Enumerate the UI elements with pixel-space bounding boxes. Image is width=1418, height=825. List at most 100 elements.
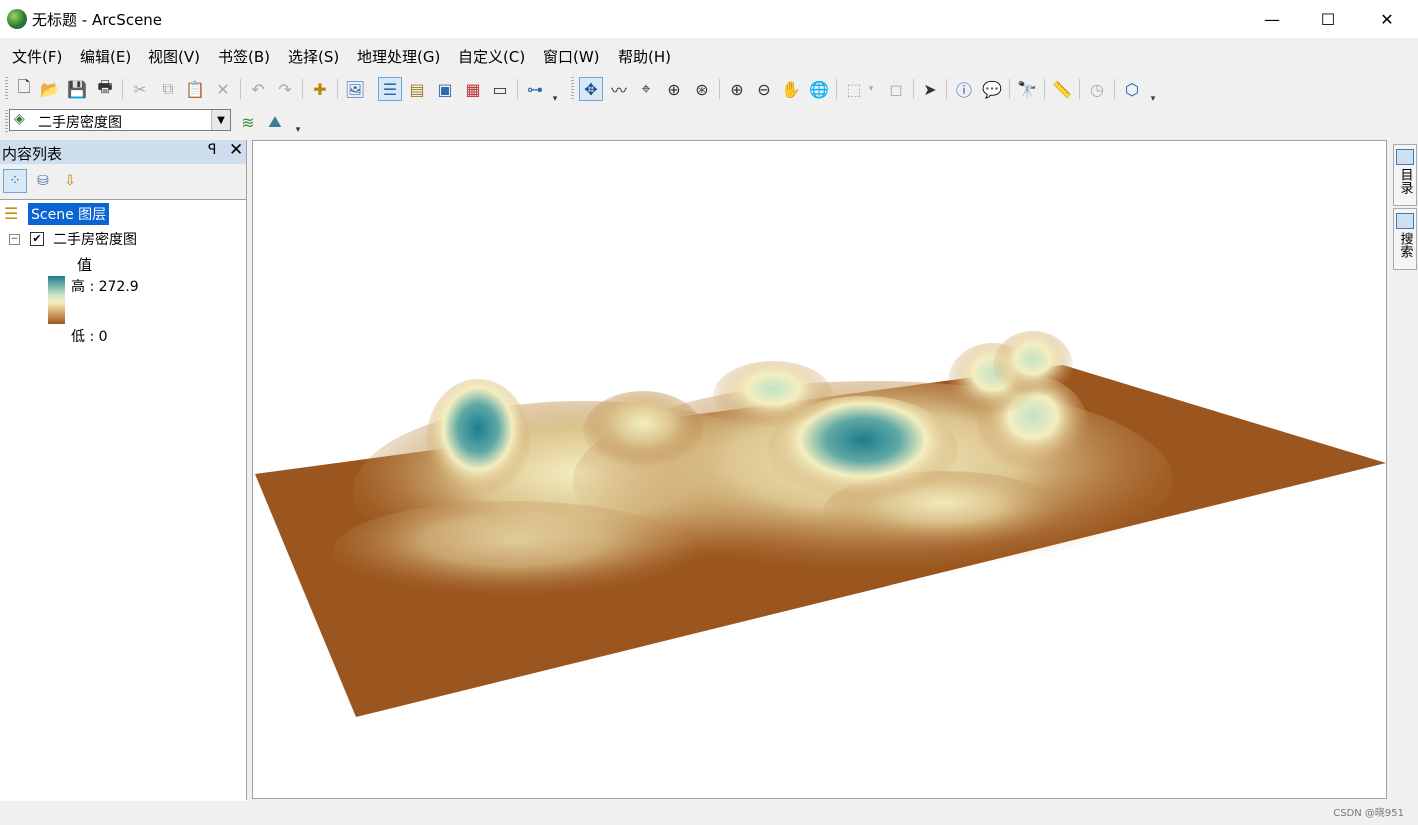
toolbar-grip[interactable] — [5, 110, 8, 134]
minimize-button[interactable]: — — [1243, 0, 1301, 38]
scene-layers-node[interactable]: Scene 图层 — [28, 203, 110, 225]
table-of-contents-icon[interactable]: ☰ — [378, 77, 402, 101]
toolbar-separator — [1009, 79, 1010, 99]
menu-help[interactable]: 帮助(H) — [618, 46, 671, 67]
delete-icon[interactable]: ✕ — [211, 77, 235, 101]
terrain-peak — [426, 379, 530, 503]
arctoolbox-icon[interactable]: ▦ — [461, 77, 485, 101]
cut-icon[interactable]: ✂ — [128, 77, 152, 101]
select-features-icon[interactable]: ⬚ — [842, 77, 866, 101]
toolbar-separator — [1044, 79, 1045, 99]
toc-close-icon[interactable]: ✕ — [229, 140, 243, 160]
menu-geoprocessing[interactable]: 地理处理(G) — [357, 46, 440, 67]
menu-customize[interactable]: 自定义(C) — [458, 46, 525, 67]
clear-selection-icon[interactable]: ◻ — [884, 77, 908, 101]
save-icon[interactable]: 💾 — [65, 77, 89, 101]
color-ramp-swatch[interactable] — [48, 276, 65, 324]
python-window-icon[interactable]: ▭ — [488, 77, 512, 101]
catalog-dock-tab[interactable]: 目录 — [1393, 144, 1417, 206]
toolbar-grip[interactable] — [5, 77, 8, 101]
list-by-visibility-icon[interactable]: ⇩ — [58, 169, 82, 193]
close-button[interactable]: ✕ — [1358, 0, 1416, 38]
paste-icon[interactable]: 📋 — [183, 77, 207, 101]
scene-properties-icon[interactable]: 🖼 — [343, 77, 367, 101]
layer-visibility-checkbox[interactable]: ✔ — [30, 232, 44, 246]
search-tab-label: 搜索 — [1397, 232, 1413, 258]
interpolate-line-icon[interactable]: ⛰ — [263, 110, 287, 134]
measure-icon[interactable]: 📏 — [1050, 77, 1074, 101]
search-dock-tab[interactable]: 搜索 — [1393, 208, 1417, 270]
window-title: 无标题 - ArcScene — [32, 11, 163, 29]
target-center-icon[interactable]: ⌖ — [634, 77, 658, 101]
zoom-to-target-icon[interactable]: ⊕ — [662, 77, 686, 101]
layer-name[interactable]: 二手房密度图 — [53, 229, 137, 249]
terrain-hill — [333, 501, 693, 601]
maximize-button[interactable]: ☐ — [1299, 0, 1357, 38]
toc-tree: ☰ Scene 图层 − ✔ 二手房密度图 值 高 : 272.9 低 : 0 — [0, 199, 246, 801]
toc-toolbar: ⁘ ⛁ ⇩ — [0, 165, 246, 197]
contour-icon[interactable]: ≋ — [236, 110, 260, 134]
new-document-icon[interactable]: 🗋 — [12, 77, 36, 101]
search-window-icon[interactable]: ▣ — [433, 77, 457, 101]
toolbar-separator — [517, 79, 518, 99]
catalog-tab-label: 目录 — [1397, 168, 1413, 194]
list-by-source-icon[interactable]: ⛁ — [31, 169, 55, 193]
toc-header: 内容列表 ꟼ ✕ — [0, 140, 246, 164]
print-icon[interactable]: 🖶 — [93, 77, 117, 101]
scene-view[interactable] — [252, 140, 1387, 799]
menu-edit[interactable]: 编辑(E) — [80, 46, 131, 67]
toolbar-grip[interactable] — [571, 77, 574, 101]
3d-effects-icon[interactable]: ⬡ — [1120, 77, 1144, 101]
toolbar-separator — [337, 79, 338, 99]
menu-bookmarks[interactable]: 书签(B) — [218, 46, 270, 67]
chevron-down-icon[interactable]: ▼ — [211, 110, 230, 130]
time-slider-icon[interactable]: ◷ — [1085, 77, 1109, 101]
catalog-window-icon[interactable]: ▤ — [405, 77, 429, 101]
watermark: CSDN @晓951 — [1333, 808, 1404, 819]
list-by-drawing-order-icon[interactable]: ⁘ — [3, 169, 27, 193]
menu-view[interactable]: 视图(V) — [148, 46, 200, 67]
search-icon — [1396, 213, 1414, 229]
terrain-peak — [993, 331, 1073, 401]
layer-dropdown[interactable]: ◈ 二手房密度图 ▼ — [9, 109, 231, 131]
menu-windows[interactable]: 窗口(W) — [543, 46, 600, 67]
undo-icon[interactable]: ↶ — [246, 77, 270, 101]
legend-high-label: 高 : 272.9 — [71, 279, 139, 295]
legend-field-label: 值 — [77, 256, 93, 274]
toolbar-separator — [302, 79, 303, 99]
title-bar: 无标题 - ArcScene — ☐ ✕ — [0, 0, 1418, 38]
set-observer-icon[interactable]: ⊛ — [690, 77, 714, 101]
select-dropdown-icon[interactable]: ▾ — [864, 77, 878, 101]
open-folder-icon[interactable]: 📂 — [38, 77, 62, 101]
toolbar-separator — [1114, 79, 1115, 99]
zoom-out-icon[interactable]: ⊖ — [752, 77, 776, 101]
identify-icon[interactable]: ⓘ — [952, 77, 976, 101]
redo-icon[interactable]: ↷ — [273, 77, 297, 101]
pan-hand-icon[interactable]: ✋ — [779, 77, 803, 101]
menu-file[interactable]: 文件(F) — [12, 46, 62, 67]
copy-icon[interactable]: ⧉ — [156, 77, 180, 101]
select-elements-arrow-icon[interactable]: ➤ — [918, 77, 942, 101]
standard-toolbar: 🗋 📂 💾 🖶 ✂ ⧉ 📋 ✕ ↶ ↷ ✚ 🖼 ☰ ▤ ▣ ▦ ▭ ⊶ ▾ ✥ … — [0, 73, 1418, 105]
model-builder-icon[interactable]: ⊶ — [523, 77, 547, 101]
zoom-in-icon[interactable]: ⊕ — [725, 77, 749, 101]
navigate-icon[interactable]: ✥ — [579, 77, 603, 101]
menu-selection[interactable]: 选择(S) — [288, 46, 339, 67]
toolbar-overflow-icon[interactable]: ▾ — [1146, 87, 1160, 111]
toolbar-overflow-icon[interactable]: ▾ — [548, 87, 562, 111]
terrain-peak — [713, 361, 833, 431]
layer-dropdown-value: 二手房密度图 — [38, 115, 122, 131]
toolbar-separator — [913, 79, 914, 99]
toolbar-overflow-icon[interactable]: ▾ — [291, 118, 305, 142]
collapse-icon[interactable]: − — [9, 234, 20, 245]
toolbar-separator — [1079, 79, 1080, 99]
toolbar-separator — [719, 79, 720, 99]
legend-low-label: 低 : 0 — [71, 329, 108, 345]
fly-icon[interactable]: 〰 — [607, 77, 631, 101]
pin-icon[interactable]: ꟼ — [208, 142, 216, 158]
html-popup-icon[interactable]: 💬 — [980, 77, 1004, 101]
raster-layer-icon: ◈ — [14, 111, 25, 127]
full-extent-globe-icon[interactable]: 🌐 — [807, 77, 831, 101]
find-binoculars-icon[interactable]: 🔭 — [1015, 77, 1039, 101]
add-data-icon[interactable]: ✚ — [308, 77, 332, 101]
